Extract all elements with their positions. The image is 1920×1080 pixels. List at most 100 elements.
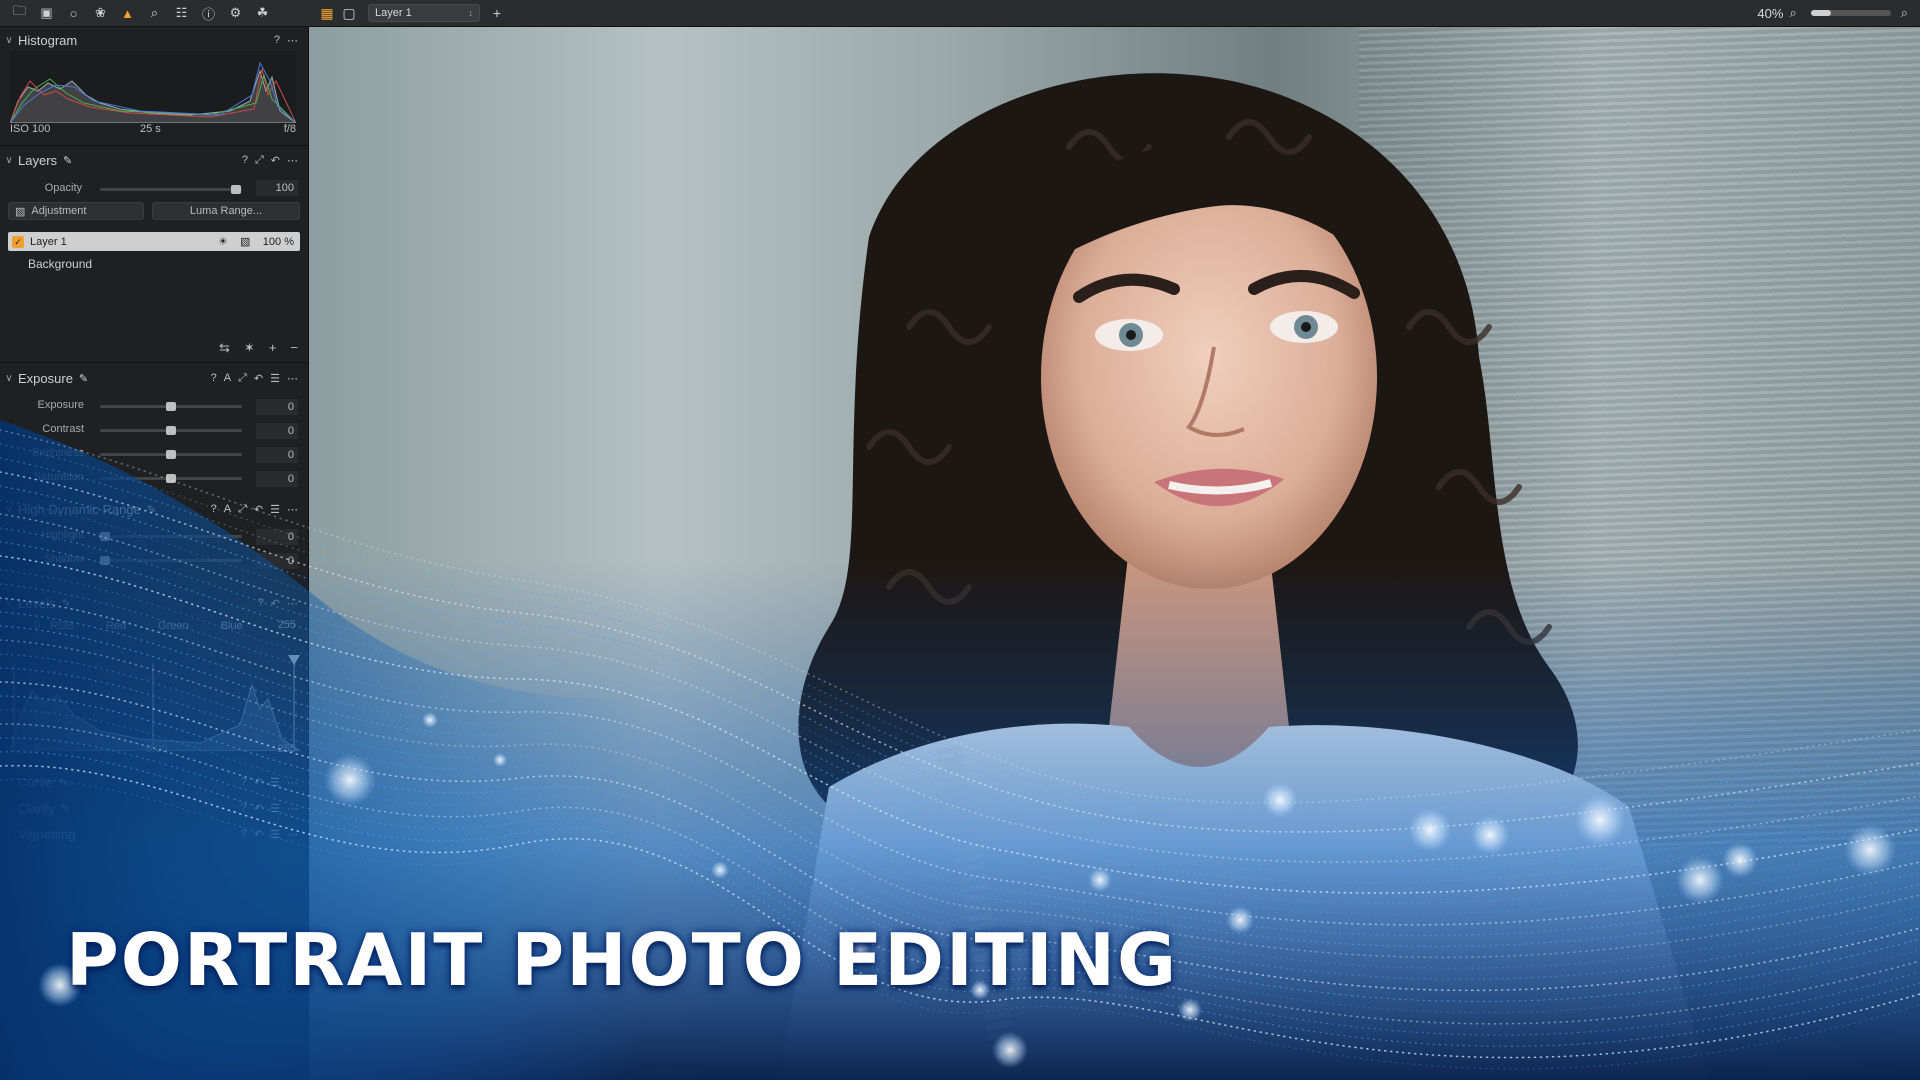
hdr-value[interactable]: 0	[256, 553, 298, 569]
adjustments-icon[interactable]: ☷	[168, 0, 195, 26]
reset-icon[interactable]: ↶	[271, 154, 280, 167]
adjustment-dropdown[interactable]: ▧ Adjustment	[8, 202, 144, 220]
list-icon[interactable]: ☰	[270, 776, 280, 789]
hdr-slider[interactable]	[100, 535, 242, 538]
help-icon[interactable]: ?	[211, 372, 217, 385]
levels-max-output[interactable]: 255	[278, 743, 296, 755]
metadata-icon[interactable]: ⓘ	[195, 0, 222, 26]
iso-value: ISO 100	[10, 123, 51, 135]
reset-icon[interactable]: ↶	[271, 597, 280, 610]
help-icon[interactable]: ?	[241, 776, 247, 789]
levels-min-input[interactable]: 0	[34, 619, 40, 631]
channel-blue[interactable]: Blue	[221, 620, 243, 632]
channel-rgb[interactable]: RGB	[50, 620, 74, 632]
layer-select[interactable]: Layer 1 ↕	[368, 4, 480, 22]
grid-view-icon[interactable]: ▦	[316, 0, 338, 26]
brush-icon: ✎	[58, 776, 68, 789]
picker-icon[interactable]: ⤢	[238, 503, 247, 516]
help-icon[interactable]: ?	[211, 503, 217, 516]
help-icon[interactable]: ?	[242, 154, 248, 167]
zoom-slider[interactable]	[1810, 10, 1891, 16]
remove-icon[interactable]: −	[290, 340, 298, 356]
lens-icon[interactable]: ○	[60, 0, 87, 26]
picker-icon[interactable]: ⤢	[238, 372, 247, 385]
levels-max-input[interactable]: 255	[278, 619, 296, 631]
hdr-value[interactable]: 0	[256, 529, 298, 545]
exposure-value[interactable]: 0	[256, 447, 298, 463]
hdr-header[interactable]: ∨ High Dynamic Range ✎ ? A ⤢ ↶ ☰ ⋯	[0, 498, 308, 520]
hdr-slider-thumb[interactable]	[100, 556, 110, 565]
exposure-slider-thumb[interactable]	[166, 402, 176, 411]
levels-histogram[interactable]	[10, 655, 300, 751]
banner-title: PORTRAIT PHOTO EDITING	[66, 918, 1179, 1002]
clarity-header[interactable]: › Clarity ✎ ? ↶ ☰ ⋯	[0, 797, 308, 819]
add-layer-icon[interactable]: +	[486, 0, 508, 26]
help-icon[interactable]: ?	[258, 597, 264, 610]
magic-brush-icon[interactable]: ✶	[244, 340, 255, 356]
opacity-slider-thumb[interactable]	[231, 185, 241, 194]
exposure-slider-thumb[interactable]	[166, 474, 176, 483]
checkbox-icon[interactable]: ✓	[12, 235, 24, 248]
more-icon[interactable]: ⋯	[287, 372, 298, 385]
hdr-slider-thumb[interactable]	[100, 532, 110, 541]
reset-icon[interactable]: ↶	[254, 372, 263, 385]
layer-options-icon[interactable]: ⇆	[219, 340, 230, 356]
more-icon[interactable]: ⋯	[287, 776, 298, 789]
exposure-slider-thumb[interactable]	[166, 426, 176, 435]
list-icon[interactable]: ☰	[270, 828, 280, 841]
reset-icon[interactable]: ↶	[254, 503, 263, 516]
luma-range-button[interactable]: Luma Range...	[152, 202, 300, 220]
vignetting-header[interactable]: › Vignetting ? ↶ ☰ ⋯	[0, 823, 308, 845]
settings-icon[interactable]: ⚙	[222, 0, 249, 26]
reset-icon[interactable]: ↶	[254, 802, 263, 815]
list-icon[interactable]: ☰	[270, 503, 280, 516]
list-icon[interactable]: ☰	[270, 372, 280, 385]
levels-mid-output[interactable]: 0.00	[146, 743, 167, 755]
help-icon[interactable]: ?	[241, 802, 247, 815]
list-icon[interactable]: ☰	[270, 802, 280, 815]
color-icon[interactable]: ❀	[87, 0, 114, 26]
styles-icon[interactable]: ☘	[249, 0, 276, 26]
opacity-slider[interactable]	[100, 188, 242, 191]
exposure-value[interactable]: 0	[256, 471, 298, 487]
auto-icon[interactable]: A	[224, 372, 231, 385]
zoom-icon[interactable]: ⌕	[1789, 5, 1796, 21]
more-icon[interactable]: ⋯	[287, 503, 298, 516]
opacity-value[interactable]: 100	[256, 180, 298, 196]
more-icon[interactable]: ⋯	[287, 828, 298, 841]
exposure-tab-icon[interactable]: ▲	[114, 0, 141, 26]
reset-icon[interactable]: ↶	[254, 776, 263, 789]
more-icon[interactable]: ⋯	[287, 802, 298, 815]
channel-green[interactable]: Green	[158, 620, 189, 632]
expand-icon[interactable]: ⤢	[255, 154, 264, 167]
layer-item-layer-1[interactable]: ✓ Layer 1 ☀ ▧ 100 %	[8, 232, 300, 251]
exposure-slider-thumb[interactable]	[166, 450, 176, 459]
channel-red[interactable]: Red	[106, 620, 126, 632]
zoom-in-icon[interactable]: ⌕	[1901, 5, 1908, 21]
details-icon[interactable]: ⌕	[141, 0, 168, 26]
more-icon[interactable]: ⋯	[287, 34, 298, 47]
help-icon[interactable]: ?	[241, 828, 247, 841]
curve-header[interactable]: › Curve ✎ ? ↶ ☰ ⋯	[0, 771, 308, 793]
auto-icon[interactable]: A	[224, 503, 231, 516]
levels-min-output[interactable]: 0	[34, 743, 40, 755]
layer-item-background[interactable]: Background	[28, 257, 92, 271]
more-icon[interactable]: ⋯	[287, 597, 298, 610]
histogram-header[interactable]: ∨ Histogram ? ⋯	[0, 29, 308, 51]
reset-icon[interactable]: ↶	[254, 828, 263, 841]
camera-icon[interactable]: ▣	[33, 0, 60, 26]
layers-header[interactable]: ∨ Layers ✎ ? ⤢ ↶ ⋯	[0, 149, 308, 171]
more-icon[interactable]: ⋯	[287, 154, 298, 167]
levels-title: Levels	[18, 595, 56, 611]
exposure-header[interactable]: ∨ Exposure ✎ ? A ⤢ ↶ ☰ ⋯	[0, 367, 308, 389]
exposure-value[interactable]: 0	[256, 423, 298, 439]
exposure-label: Contrast	[42, 423, 84, 435]
exposure-value[interactable]: 0	[256, 399, 298, 415]
folder-icon[interactable]: 🗀	[6, 0, 33, 26]
help-icon[interactable]: ?	[274, 34, 280, 47]
add-icon[interactable]: +	[269, 340, 277, 356]
hdr-slider[interactable]	[100, 559, 242, 562]
levels-header[interactable]: ∨ Levels ✎ ? ↶ ⋯	[0, 592, 308, 614]
zoom-controls: 40% ⌕ ⌕	[1757, 0, 1920, 26]
single-view-icon[interactable]: ▢	[338, 0, 360, 26]
